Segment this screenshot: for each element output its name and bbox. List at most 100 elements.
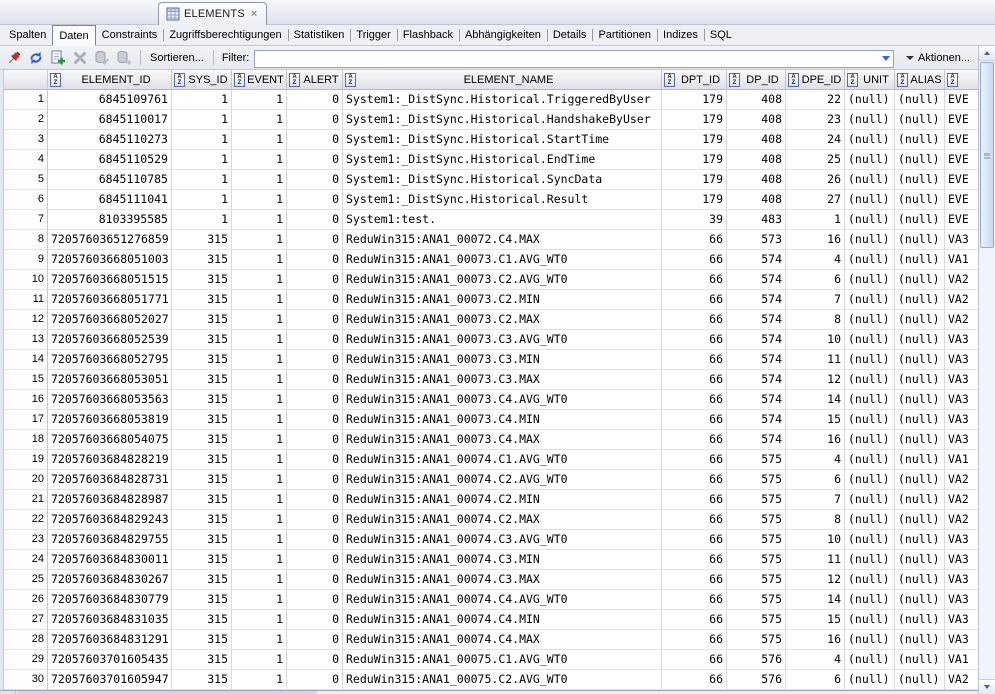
grid-cell[interactable]: 315 <box>172 550 232 570</box>
grid-cell[interactable]: VA2 <box>945 310 979 330</box>
grid-cell[interactable]: 315 <box>172 390 232 410</box>
grid-cell[interactable]: VA3 <box>945 330 979 350</box>
grid-cell[interactable]: 0 <box>287 210 343 230</box>
grid-cell[interactable]: VA3 <box>945 630 979 650</box>
refresh-icon[interactable] <box>26 48 46 68</box>
grid-cell[interactable]: ReduWin315:ANA1_00074.C4.MIN <box>343 610 662 630</box>
grid-cell[interactable]: 574 <box>727 370 786 390</box>
grid-cell[interactable]: (null) <box>895 650 945 670</box>
column-header-truncated[interactable]: AZ <box>945 70 979 90</box>
grid-cell[interactable]: 575 <box>727 470 786 490</box>
scroll-up-icon[interactable] <box>979 46 995 61</box>
grid-cell[interactable]: 1 <box>172 110 232 130</box>
column-header-element_id[interactable]: AZELEMENT_ID <box>48 70 172 90</box>
horizontal-scrollbar[interactable] <box>0 690 978 694</box>
grid-cell[interactable]: VA2 <box>945 510 979 530</box>
grid-cell[interactable]: 0 <box>287 350 343 370</box>
grid-cell[interactable]: 72057603668053819 <box>48 410 172 430</box>
grid-cell[interactable]: 315 <box>172 450 232 470</box>
grid-cell[interactable]: (null) <box>845 130 895 150</box>
grid-cell[interactable]: 573 <box>727 230 786 250</box>
grid-cell[interactable]: 1 <box>232 390 287 410</box>
grid-cell[interactable]: (null) <box>845 90 895 110</box>
grid-cell[interactable]: 408 <box>727 150 786 170</box>
grid-cell[interactable]: 0 <box>287 590 343 610</box>
sort-az-icon[interactable]: AZ <box>289 73 300 87</box>
grid-cell[interactable]: 72057603684828219 <box>48 450 172 470</box>
tab-zugriffsberechtigungen[interactable]: Zugriffsberechtigungen <box>163 25 287 45</box>
tab-close-icon[interactable]: × <box>249 8 259 20</box>
grid-cell[interactable]: (null) <box>845 630 895 650</box>
grid-cell[interactable]: 72057603684831291 <box>48 630 172 650</box>
grid-cell[interactable]: VA2 <box>945 670 979 690</box>
grid-cell[interactable]: 1 <box>232 570 287 590</box>
grid-cell[interactable]: 6845110529 <box>48 150 172 170</box>
grid-cell[interactable]: 11 <box>786 350 845 370</box>
grid-cell[interactable]: (null) <box>895 450 945 470</box>
column-header-dpt_id[interactable]: AZDPT_ID <box>662 70 727 90</box>
sort-az-icon[interactable]: AZ <box>50 73 61 87</box>
grid-cell[interactable]: 576 <box>727 650 786 670</box>
grid-cell[interactable]: 1 <box>232 590 287 610</box>
tab-constraints[interactable]: Constraints <box>96 25 164 45</box>
vertical-scrollbar[interactable] <box>978 46 995 694</box>
grid-cell[interactable]: 72057603684828731 <box>48 470 172 490</box>
grid-cell[interactable]: ReduWin315:ANA1_00073.C2.MAX <box>343 310 662 330</box>
grid-cell[interactable]: (null) <box>895 310 945 330</box>
grid-cell[interactable]: (null) <box>895 410 945 430</box>
grid-cell[interactable]: (null) <box>895 190 945 210</box>
grid-cell[interactable]: 72057603684829755 <box>48 530 172 550</box>
grid-cell[interactable]: 1 <box>172 190 232 210</box>
grid-cell[interactable]: (null) <box>895 350 945 370</box>
grid-cell[interactable]: 0 <box>287 190 343 210</box>
grid-cell[interactable]: ReduWin315:ANA1_00074.C3.MIN <box>343 550 662 570</box>
grid-cell[interactable]: ReduWin315:ANA1_00073.C4.MAX <box>343 430 662 450</box>
grid-cell[interactable]: 574 <box>727 410 786 430</box>
grid-cell[interactable]: 4 <box>786 250 845 270</box>
grid-cell[interactable]: VA3 <box>945 530 979 550</box>
grid-cell[interactable]: (null) <box>895 470 945 490</box>
grid-cell[interactable]: 66 <box>662 290 727 310</box>
grid-cell[interactable]: 315 <box>172 370 232 390</box>
delete-row-icon[interactable] <box>70 48 90 68</box>
grid-cell[interactable]: (null) <box>895 590 945 610</box>
grid-cell[interactable]: 72057603684831035 <box>48 610 172 630</box>
grid-cell[interactable]: System1:_DistSync.Historical.EndTime <box>343 150 662 170</box>
grid-cell[interactable]: 1 <box>232 330 287 350</box>
grid-cell[interactable]: 1 <box>232 410 287 430</box>
grid-cell[interactable]: 66 <box>662 470 727 490</box>
grid-cell[interactable]: (null) <box>845 470 895 490</box>
grid-cell[interactable]: 179 <box>662 90 727 110</box>
grid-cell[interactable]: 72057603668052795 <box>48 350 172 370</box>
grid-cell[interactable]: (null) <box>845 670 895 690</box>
grid-cell[interactable]: 1 <box>232 650 287 670</box>
grid-cell[interactable]: 0 <box>287 370 343 390</box>
grid-cell[interactable]: VA2 <box>945 470 979 490</box>
insert-row-icon[interactable] <box>48 48 68 68</box>
grid-cell[interactable]: 0 <box>287 530 343 550</box>
grid-cell[interactable]: (null) <box>895 170 945 190</box>
grid-cell[interactable]: ReduWin315:ANA1_00075.C1.AVG_WT0 <box>343 650 662 670</box>
sort-az-icon[interactable]: AZ <box>897 73 908 87</box>
grid-cell[interactable]: 315 <box>172 330 232 350</box>
grid-cell[interactable]: 179 <box>662 190 727 210</box>
grid-cell[interactable]: 574 <box>727 250 786 270</box>
tab-details[interactable]: Details <box>547 25 593 45</box>
grid-cell[interactable]: 1 <box>232 170 287 190</box>
grid-cell[interactable]: 6 <box>786 670 845 690</box>
grid-cell[interactable]: ReduWin315:ANA1_00074.C2.AVG_WT0 <box>343 470 662 490</box>
actions-button[interactable]: Aktionen... <box>902 52 974 64</box>
grid-cell[interactable]: (null) <box>895 110 945 130</box>
sort-az-icon[interactable]: AZ <box>729 73 740 87</box>
grid-cell[interactable]: 574 <box>727 330 786 350</box>
grid-cell[interactable]: 72057603668051771 <box>48 290 172 310</box>
grid-cell[interactable]: 1 <box>232 110 287 130</box>
grid-cell[interactable]: (null) <box>845 650 895 670</box>
grid-cell[interactable]: 14 <box>786 590 845 610</box>
tab-spalten[interactable]: Spalten <box>3 25 52 45</box>
grid-cell[interactable]: (null) <box>845 230 895 250</box>
grid-cell[interactable]: 8103395585 <box>48 210 172 230</box>
grid-cell[interactable]: 574 <box>727 350 786 370</box>
column-header-alert[interactable]: AZALERT <box>287 70 343 90</box>
grid-cell[interactable]: 72057603668052027 <box>48 310 172 330</box>
